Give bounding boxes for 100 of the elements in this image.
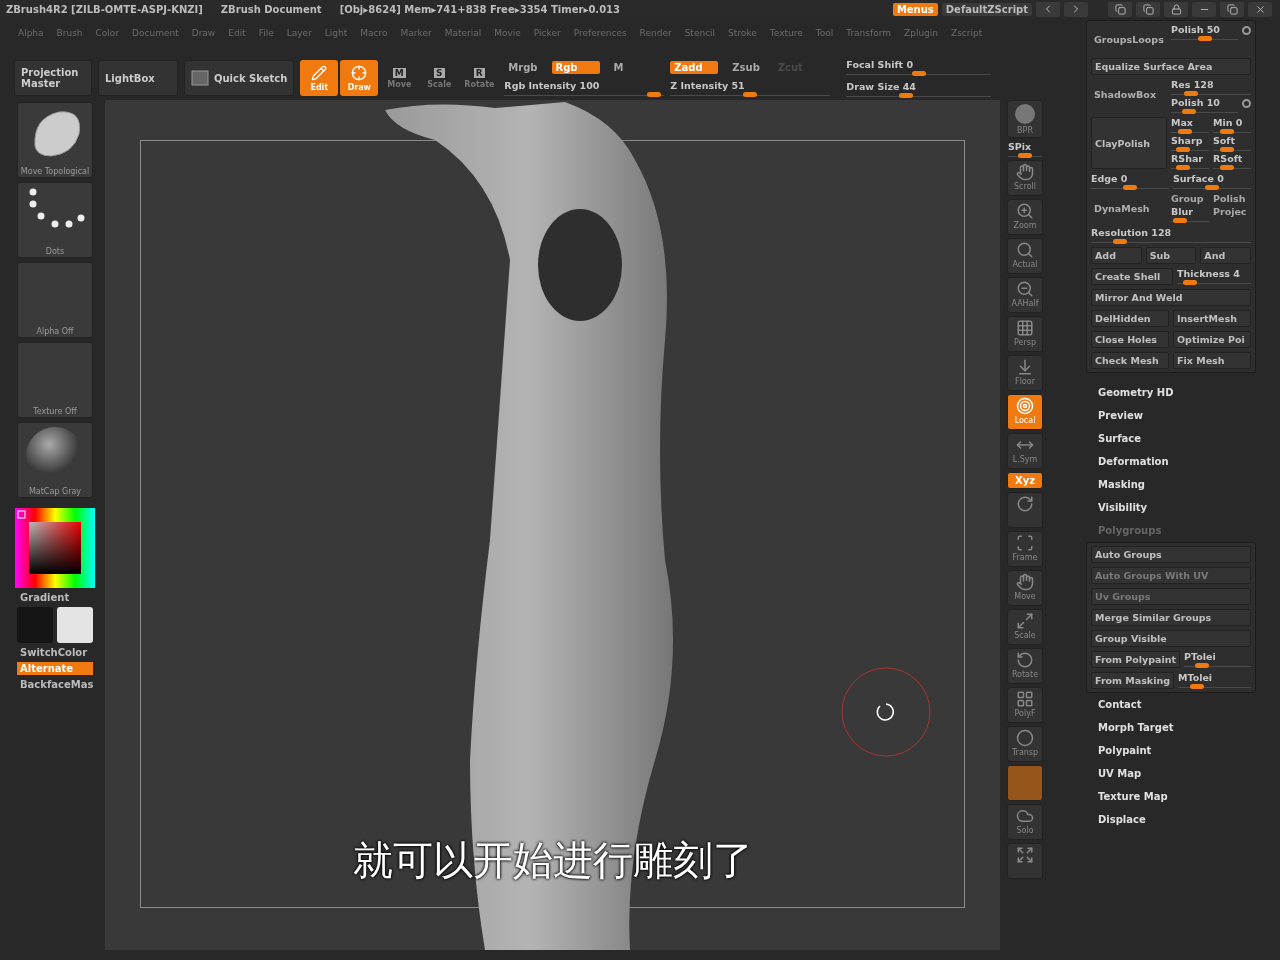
slider[interactable]: Max xyxy=(1171,117,1209,133)
quick-sketch-button[interactable]: Quick Sketch xyxy=(184,60,295,96)
copy-button[interactable] xyxy=(1136,1,1160,17)
palette-button[interactable]: Auto Groups xyxy=(1091,546,1251,563)
spix-slider[interactable]: SPix xyxy=(1008,141,1042,157)
slider-thumb[interactable] xyxy=(1220,165,1235,170)
slider[interactable]: Soft xyxy=(1213,135,1251,151)
shelf-button[interactable]: Move xyxy=(1007,570,1043,606)
shelf-button[interactable]: Floor xyxy=(1007,355,1043,391)
slider[interactable]: Res 128 xyxy=(1171,79,1251,95)
slider-thumb[interactable] xyxy=(1189,684,1204,689)
slider-thumb[interactable] xyxy=(647,91,662,97)
slider[interactable]: Focal Shift 0 xyxy=(846,59,992,75)
toggle-button[interactable]: Projec xyxy=(1213,206,1251,217)
slider[interactable]: Edge 0 xyxy=(1091,173,1169,189)
shelf-button[interactable]: Transp xyxy=(1007,726,1043,762)
subpalette-header[interactable]: Contact xyxy=(1086,693,1256,716)
palette-button[interactable]: Add xyxy=(1091,247,1142,264)
slider[interactable]: Sharp xyxy=(1171,135,1209,151)
color-picker[interactable] xyxy=(15,508,95,588)
slider[interactable]: Rgb Intensity 100 xyxy=(504,79,665,96)
shelf-button[interactable]: AAHalf xyxy=(1007,277,1043,313)
slider-thumb[interactable] xyxy=(1175,147,1190,152)
shelf-button[interactable]: Zoom xyxy=(1007,199,1043,235)
slider-thumb[interactable] xyxy=(1220,129,1235,134)
slider-thumb[interactable] xyxy=(1184,91,1199,96)
slider[interactable]: Draw Size 44 xyxy=(846,81,992,97)
slider-thumb[interactable] xyxy=(1220,147,1235,152)
slider-thumb[interactable] xyxy=(911,71,926,76)
slider[interactable]: MTolei xyxy=(1177,672,1251,688)
copy-button[interactable] xyxy=(1108,1,1132,17)
subpalette-header[interactable]: Deformation xyxy=(1086,450,1256,473)
mode-button[interactable]: S Scale xyxy=(420,60,459,96)
slider[interactable]: PTolei xyxy=(1184,651,1251,667)
slider-thumb[interactable] xyxy=(743,91,758,97)
backface-label[interactable]: BackfaceMas xyxy=(10,679,94,690)
circle-icon[interactable] xyxy=(1242,26,1251,35)
palette-button[interactable]: Check Mesh xyxy=(1091,352,1169,369)
palette-button[interactable]: From Masking xyxy=(1091,672,1174,689)
palette-button[interactable]: DelHidden xyxy=(1091,310,1169,327)
prev-button[interactable] xyxy=(1036,1,1060,17)
thumbnail-button[interactable]: Texture Off xyxy=(17,342,93,418)
shelf-button[interactable]: L.Sym xyxy=(1007,433,1043,469)
subpalette-header[interactable]: Texture Map xyxy=(1086,785,1256,808)
palette-button[interactable]: From Polypaint xyxy=(1091,651,1180,668)
ghost-button[interactable] xyxy=(1007,765,1043,801)
palette-button[interactable]: Group Visible xyxy=(1091,630,1251,647)
subpalette-header[interactable]: UV Map xyxy=(1086,762,1256,785)
subpalette-header[interactable]: Geometry HD xyxy=(1086,381,1256,404)
slider[interactable]: Surface 0 xyxy=(1173,173,1251,189)
subpalette-header[interactable]: Visibility xyxy=(1086,496,1256,519)
slider[interactable]: Z Intensity 51 xyxy=(670,79,831,96)
palette-button[interactable]: Equalize Surface Area xyxy=(1091,58,1251,75)
mode-button[interactable]: M Move xyxy=(380,60,419,96)
subpalette-header[interactable]: Preview xyxy=(1086,404,1256,427)
thumbnail-button[interactable]: Move Topological xyxy=(17,102,93,178)
color-mode-button[interactable]: Mrgb xyxy=(504,60,542,74)
z-mode-button[interactable]: Zsub xyxy=(728,60,764,74)
tool-button[interactable]: LightBox xyxy=(98,60,178,96)
slider-thumb[interactable] xyxy=(1018,153,1032,158)
palette-button[interactable]: Optimize Poi xyxy=(1173,331,1251,348)
shelf-button[interactable]: Frame xyxy=(1007,531,1043,567)
slider-thumb[interactable] xyxy=(1197,36,1212,41)
palette-button[interactable]: Fix Mesh xyxy=(1173,352,1251,369)
slider-thumb[interactable] xyxy=(1194,663,1209,668)
palette-button[interactable]: Mirror And Weld xyxy=(1091,289,1251,306)
restore-button[interactable] xyxy=(1220,1,1244,17)
tool-button[interactable]: Projection Master xyxy=(14,60,92,96)
palette-button[interactable]: ClayPolish xyxy=(1091,117,1167,169)
next-button[interactable] xyxy=(1064,1,1088,17)
shelf-button[interactable]: PolyF xyxy=(1007,687,1043,723)
slider[interactable]: Blur xyxy=(1171,206,1209,222)
slider[interactable]: Min 0 xyxy=(1213,117,1251,133)
toggle-button[interactable]: Group xyxy=(1171,193,1209,204)
slider[interactable]: Polish 10 xyxy=(1171,97,1238,113)
gradient-label[interactable]: Gradient xyxy=(10,592,70,603)
slider-thumb[interactable] xyxy=(1175,165,1190,170)
close-button[interactable] xyxy=(1248,1,1272,17)
palette-button[interactable]: Sub xyxy=(1145,247,1197,264)
palette-button[interactable]: And xyxy=(1200,247,1251,264)
thumbnail-button[interactable]: Alpha Off xyxy=(17,262,93,338)
shelf-button[interactable]: Rotate xyxy=(1007,648,1043,684)
subpalette-header[interactable]: Morph Target xyxy=(1086,716,1256,739)
subpalette-header[interactable]: Polypaint xyxy=(1086,739,1256,762)
shelf-button[interactable]: Actual xyxy=(1007,238,1043,274)
palette-button[interactable]: Create Shell xyxy=(1091,268,1173,285)
shelf-button[interactable]: Scroll xyxy=(1007,160,1043,196)
slider[interactable]: RShar xyxy=(1171,153,1209,169)
slider[interactable]: Thickness 4 xyxy=(1177,268,1251,284)
shelf-button[interactable]: Solo xyxy=(1007,804,1043,840)
toggle-button[interactable]: Polish xyxy=(1213,193,1251,204)
palette-button[interactable]: InsertMesh xyxy=(1173,310,1251,327)
shelf-button[interactable]: Scale xyxy=(1007,609,1043,645)
thumbnail-button[interactable]: MatCap Gray xyxy=(17,422,93,498)
palette-button[interactable]: Close Holes xyxy=(1091,331,1169,348)
slider-thumb[interactable] xyxy=(1173,218,1188,223)
slider[interactable]: RSoft xyxy=(1213,153,1251,169)
mode-button[interactable]: R Rotate xyxy=(460,60,499,96)
subpalette-header[interactable]: Surface xyxy=(1086,427,1256,450)
shelf-button[interactable]: Persp xyxy=(1007,316,1043,352)
